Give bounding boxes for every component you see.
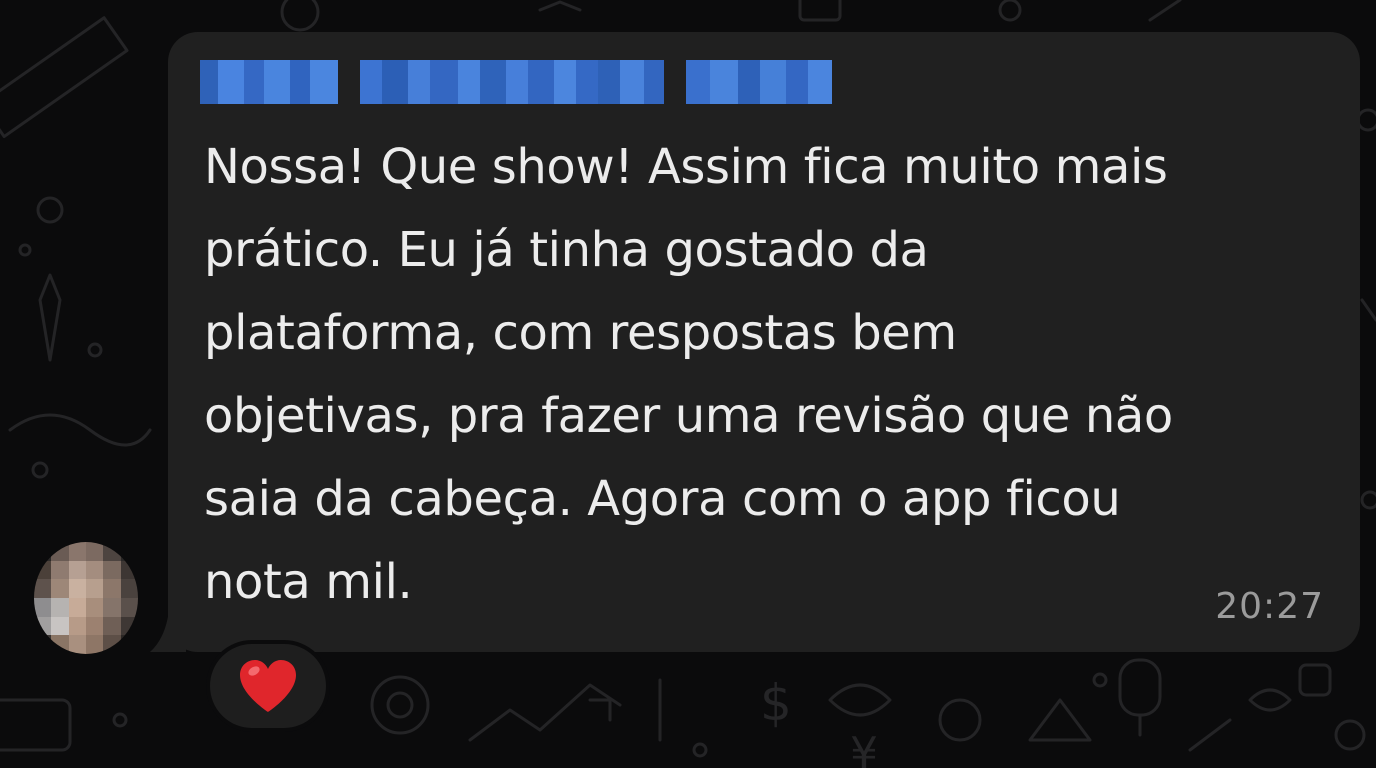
censored-word [686, 60, 832, 104]
message-bubble-tail [150, 600, 186, 652]
message-line: prático. Eu já tinha gostado da [204, 222, 929, 278]
message-line: plataforma, com respostas bem [204, 305, 957, 361]
message-timestamp: 20:27 [1215, 586, 1324, 627]
message-text: Nossa! Que show! Assim fica muito mais p… [204, 126, 1344, 624]
message-line: nota mil. [204, 554, 413, 610]
censored-word [360, 60, 664, 104]
svg-text:¥: ¥ [850, 728, 878, 768]
reaction-pill[interactable] [206, 640, 330, 732]
message-line: Nossa! Que show! Assim fica muito mais [204, 139, 1168, 195]
censored-word [200, 60, 338, 104]
sender-name-censored [200, 60, 832, 104]
message-line: objetivas, pra fazer uma revisão que não [204, 388, 1173, 444]
sender-avatar[interactable] [34, 542, 138, 654]
message-line: saia da cabeça. Agora com o app ficou [204, 471, 1121, 527]
svg-text:$: $ [760, 674, 792, 732]
heart-icon [240, 660, 296, 712]
